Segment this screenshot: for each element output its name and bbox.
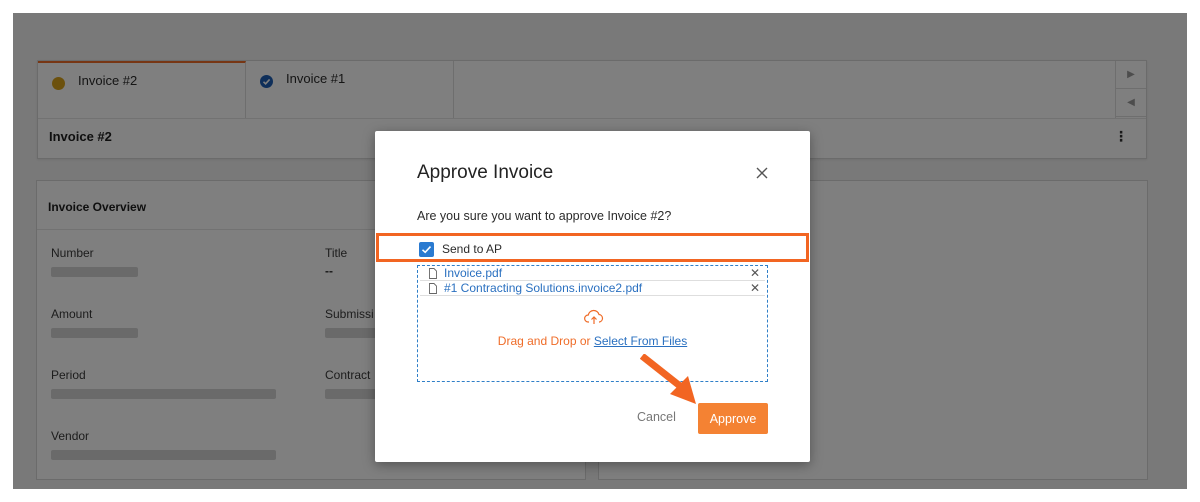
file-name-link[interactable]: Invoice.pdf [444,266,502,280]
file-row: #1 Contracting Solutions.invoice2.pdf ✕ [420,281,765,296]
drop-text: Drag and Drop or [497,334,591,348]
file-icon [429,268,437,279]
remove-icon[interactable]: ✕ [750,266,760,280]
cancel-button[interactable]: Cancel [637,410,676,424]
file-name-link[interactable]: #1 Contracting Solutions.invoice2.pdf [444,281,642,295]
approve-button[interactable]: Approve [698,403,768,434]
remove-icon[interactable]: ✕ [750,281,760,295]
modal-title: Approve Invoice [417,162,554,183]
pointer-arrow-icon [640,354,696,404]
send-to-ap-checkbox[interactable] [419,242,434,257]
approve-invoice-modal: Approve Invoice Are you sure you want to… [375,131,810,462]
cloud-upload-icon [584,309,604,324]
checkmark-icon [421,246,432,254]
file-dropzone[interactable]: Invoice.pdf ✕ #1 Contracting Solutions.i… [417,265,768,382]
select-from-files-link[interactable]: Select From Files [594,334,687,348]
close-icon[interactable] [750,161,774,185]
send-to-ap-highlight: Send to AP [376,233,809,262]
file-row: Invoice.pdf ✕ [420,266,765,281]
confirm-question: Are you sure you want to approve Invoice… [417,209,672,223]
checkbox-label: Send to AP [442,242,503,256]
drop-instructions: Drag and Drop or Select From Files [418,334,767,348]
file-icon [429,283,437,294]
